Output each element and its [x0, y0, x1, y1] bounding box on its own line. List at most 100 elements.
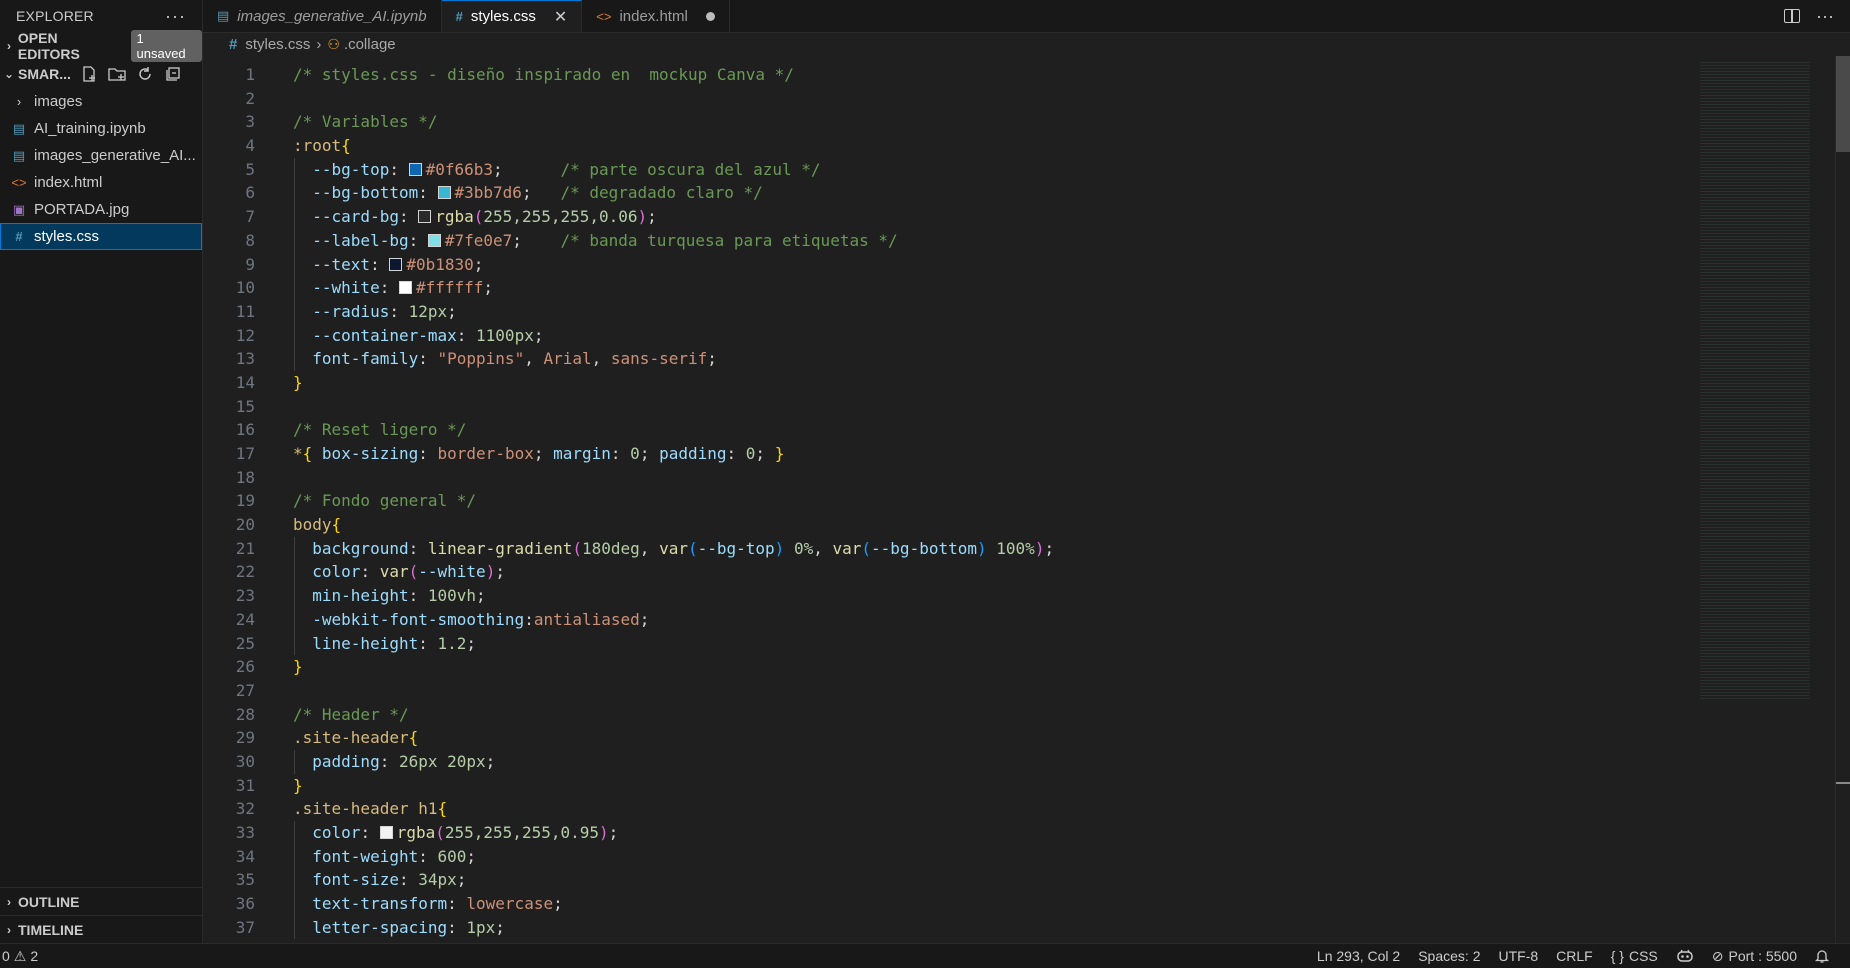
tree-item-label: PORTADA.jpg: [34, 201, 130, 218]
code-token: /* Fondo general */: [293, 491, 477, 511]
code-line: 6 --bg-bottom: #3bb7d6; /* degradado cla…: [203, 181, 1693, 206]
new-folder-icon[interactable]: [107, 64, 127, 84]
language-mode[interactable]: { } CSS: [1602, 948, 1667, 964]
code-token: 1px: [466, 917, 496, 937]
code-token: 12px: [408, 301, 448, 321]
bell-icon[interactable]: [1806, 948, 1838, 964]
ellipsis-icon[interactable]: ···: [1816, 6, 1834, 27]
color-swatch[interactable]: [379, 826, 393, 839]
code-line: 18: [203, 466, 1693, 490]
scrollbar-thumb[interactable]: [1836, 56, 1850, 152]
code-line: 37 letter-spacing: 1px;: [203, 915, 1693, 940]
line-number: 21: [235, 538, 255, 558]
breadcrumb-symbol[interactable]: .collage: [344, 36, 396, 53]
code-token: 0: [630, 444, 640, 463]
code-token: --radius: [312, 301, 390, 321]
cursor-position[interactable]: Ln 293, Col 2: [1308, 948, 1409, 964]
code-token: body: [293, 515, 332, 535]
code-token: 600: [437, 846, 467, 866]
code-token: {: [302, 444, 313, 463]
tree-item-portada-jpg[interactable]: ▣ PORTADA.jpg: [0, 196, 202, 223]
code-token: /* styles.css - diseño inspirado en mock…: [293, 65, 794, 84]
close-icon[interactable]: ✕: [554, 7, 567, 27]
project-section[interactable]: ⌄ SMAR...: [0, 60, 202, 88]
css-file-icon: #: [15, 229, 23, 244]
explorer-title: EXPLORER: [16, 8, 94, 24]
line-number: 13: [235, 349, 255, 369]
breadcrumb-file[interactable]: styles.css: [245, 36, 310, 53]
tab-index-html[interactable]: <> index.html: [582, 0, 730, 32]
ellipsis-icon[interactable]: ···: [165, 6, 186, 27]
code-token: *: [293, 444, 303, 463]
line-number: 12: [235, 325, 255, 345]
code-line: 32 .site-header h1{: [203, 797, 1693, 821]
split-editor-icon[interactable]: [1784, 9, 1801, 23]
code-token: line-height: [312, 633, 419, 653]
css-file-icon: #: [229, 35, 238, 53]
symbol-class-icon: ⚇: [327, 35, 340, 52]
collapse-all-icon[interactable]: [163, 64, 183, 84]
new-file-icon[interactable]: [79, 64, 99, 84]
braces-icon: { }: [1610, 948, 1624, 964]
code-token: }: [293, 372, 303, 392]
code-token: #0b1830: [406, 254, 474, 274]
code-line: 20 body{: [203, 513, 1693, 537]
vertical-scrollbar[interactable]: [1835, 56, 1850, 944]
encoding[interactable]: UTF-8: [1489, 948, 1547, 964]
code-editor[interactable]: 1 /* styles.css - diseño inspirado en moc…: [203, 63, 1693, 943]
line-number: 14: [235, 372, 255, 392]
color-swatch[interactable]: [437, 186, 451, 200]
tree-item-index-html[interactable]: <> index.html: [0, 169, 202, 196]
color-swatch[interactable]: [418, 210, 432, 224]
code-token: 180deg: [582, 538, 640, 558]
outline-section[interactable]: › OUTLINE: [0, 887, 202, 916]
unsaved-dot-icon[interactable]: [705, 11, 715, 21]
code-line: 35 font-size: 34px;: [203, 868, 1693, 893]
line-number: 23: [235, 586, 255, 606]
color-swatch[interactable]: [427, 233, 441, 247]
code-token: padding: [312, 751, 380, 771]
indentation[interactable]: Spaces: 2: [1409, 948, 1489, 964]
copilot-icon[interactable]: [1667, 948, 1703, 964]
problems-indicator[interactable]: 0 ⚠ 2: [0, 948, 38, 965]
timeline-section[interactable]: › TIMELINE: [0, 915, 202, 944]
tab-images-generative[interactable]: ▤ images_generative_AI.ipynb: [203, 0, 442, 32]
project-label: SMAR...: [18, 66, 71, 82]
code-token: 26px 20px: [398, 751, 486, 771]
code-token: 100vh: [427, 586, 477, 606]
color-swatch[interactable]: [408, 162, 422, 176]
tree-item-label: styles.css: [34, 228, 100, 245]
css-file-icon: #: [455, 9, 463, 24]
tree-item-label: index.html: [34, 174, 103, 191]
end-of-line[interactable]: CRLF: [1547, 948, 1602, 964]
code-line: 3 /* Variables */: [203, 110, 1693, 134]
code-line: 13 font-family: "Poppins", Arial, sans-s…: [203, 347, 1693, 371]
tree-item-ai-training[interactable]: ▤ AI_training.ipynb: [0, 115, 202, 142]
refresh-icon[interactable]: [135, 64, 155, 84]
open-editors-section[interactable]: › OPEN EDITORS 1 unsaved: [0, 30, 202, 62]
code-token: #7fe0e7: [444, 230, 513, 250]
code-line: 25 line-height: 1.2;: [203, 631, 1693, 656]
tree-item-images-folder[interactable]: › images: [0, 88, 202, 115]
tree-item-styles-css[interactable]: # styles.css: [0, 223, 202, 250]
code-token: /* degradado claro */: [560, 183, 763, 203]
tree-item-images-generative[interactable]: ▤ images_generative_AI...: [0, 142, 202, 169]
code-token: --bg-bottom: [312, 183, 419, 203]
code-token: padding: [659, 444, 727, 463]
code-token: antialiased: [533, 609, 640, 629]
color-swatch[interactable]: [398, 281, 412, 295]
errors-count: 0: [2, 948, 10, 964]
scrollbar-marker: [1836, 782, 1850, 784]
line-number: 35: [235, 870, 255, 890]
tab-styles-css[interactable]: # styles.css ✕: [441, 0, 583, 32]
code-token: #0f66b3: [425, 159, 494, 179]
code-line: 17 *{ box-sizing: border-box; margin: 0; …: [203, 442, 1693, 466]
live-server-port[interactable]: ⊘ Port : 5500: [1703, 948, 1806, 965]
color-swatch[interactable]: [389, 257, 403, 271]
code-token: 1.2: [437, 633, 467, 653]
code-line: 27: [203, 679, 1693, 703]
code-line: 23 min-height: 100vh;: [203, 584, 1693, 608]
line-number: 27: [235, 680, 255, 700]
minimap[interactable]: [1700, 60, 1810, 700]
breadcrumb: # styles.css › ⚇ .collage: [203, 32, 1850, 56]
